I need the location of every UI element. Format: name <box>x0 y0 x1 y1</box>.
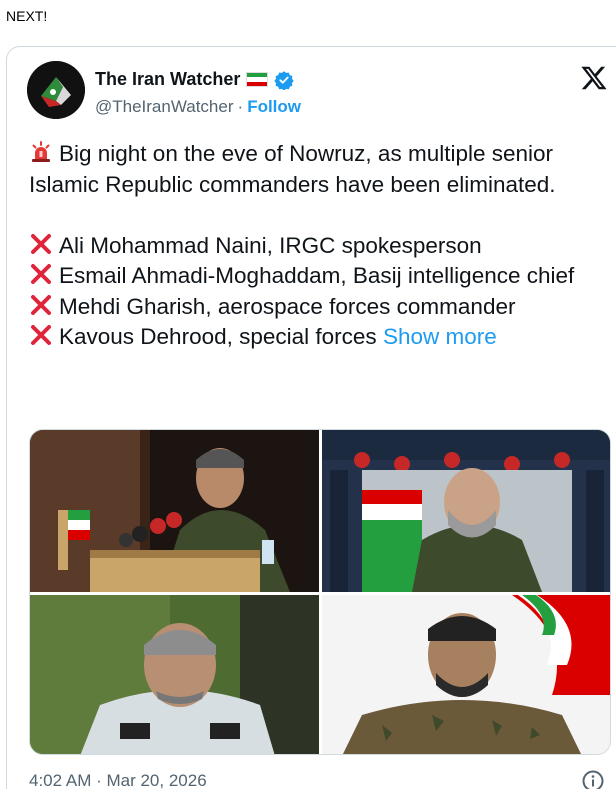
info-icon[interactable] <box>581 769 605 789</box>
avatar[interactable] <box>27 61 85 119</box>
iran-flag-icon <box>246 72 269 87</box>
x-logo-icon[interactable] <box>579 63 609 93</box>
tweet-intro-line: Big night on the eve of Nowruz, as multi… <box>29 139 609 200</box>
cross-mark-icon <box>31 233 51 254</box>
show-more-link[interactable]: Show more <box>383 324 497 349</box>
list-item: Ali Mohammad Naini, IRGC spokesperson <box>29 231 609 262</box>
media-grid <box>29 429 611 755</box>
cross-mark-icon <box>31 294 51 315</box>
author-handle[interactable]: @TheIranWatcher <box>95 97 234 116</box>
list-item: Kavous Dehrood, special forces Show more <box>29 322 609 353</box>
photo-soldier-with-flag[interactable] <box>322 595 610 754</box>
police-light-emoji-icon <box>32 141 50 162</box>
tweet-card[interactable]: The Iran Watcher @TheIranWatcher · Follow … <box>6 46 616 789</box>
tweet-intro: Big night on the eve of Nowruz, as multi… <box>29 141 556 197</box>
list-item-text: Ali Mohammad Naini, IRGC spokesperson <box>59 232 482 258</box>
photo-commander-at-podium[interactable] <box>30 430 319 592</box>
tweet-text: Big night on the eve of Nowruz, as multi… <box>29 139 609 353</box>
author-name[interactable]: The Iran Watcher <box>95 69 240 90</box>
page-label: NEXT! <box>6 8 48 24</box>
follow-button[interactable]: Follow <box>247 97 301 116</box>
list-item-text: Esmail Ahmadi-Moghaddam, Basij intellige… <box>59 263 575 288</box>
author-name-row: The Iran Watcher <box>95 69 295 90</box>
cross-mark-icon <box>31 325 51 345</box>
author-handle-row: @TheIranWatcher · Follow <box>95 97 301 117</box>
list-item-text: Mehdi Gharish, aerospace forces commande… <box>59 293 516 319</box>
tweet-timestamp[interactable]: 4:02 AM · Mar 20, 2026 <box>29 771 207 789</box>
list-item: Mehdi Gharish, aerospace forces commande… <box>29 292 609 323</box>
verified-badge-icon <box>274 70 295 90</box>
list-item: Esmail Ahmadi-Moghaddam, Basij intellige… <box>29 261 609 292</box>
list-item-text: Kavous Dehrood, special forces <box>59 324 377 349</box>
separator-dot: · <box>237 97 244 116</box>
photo-memorial-banner[interactable] <box>322 430 610 592</box>
cross-mark-icon <box>31 264 51 284</box>
photo-commander-uniform[interactable] <box>30 595 319 754</box>
